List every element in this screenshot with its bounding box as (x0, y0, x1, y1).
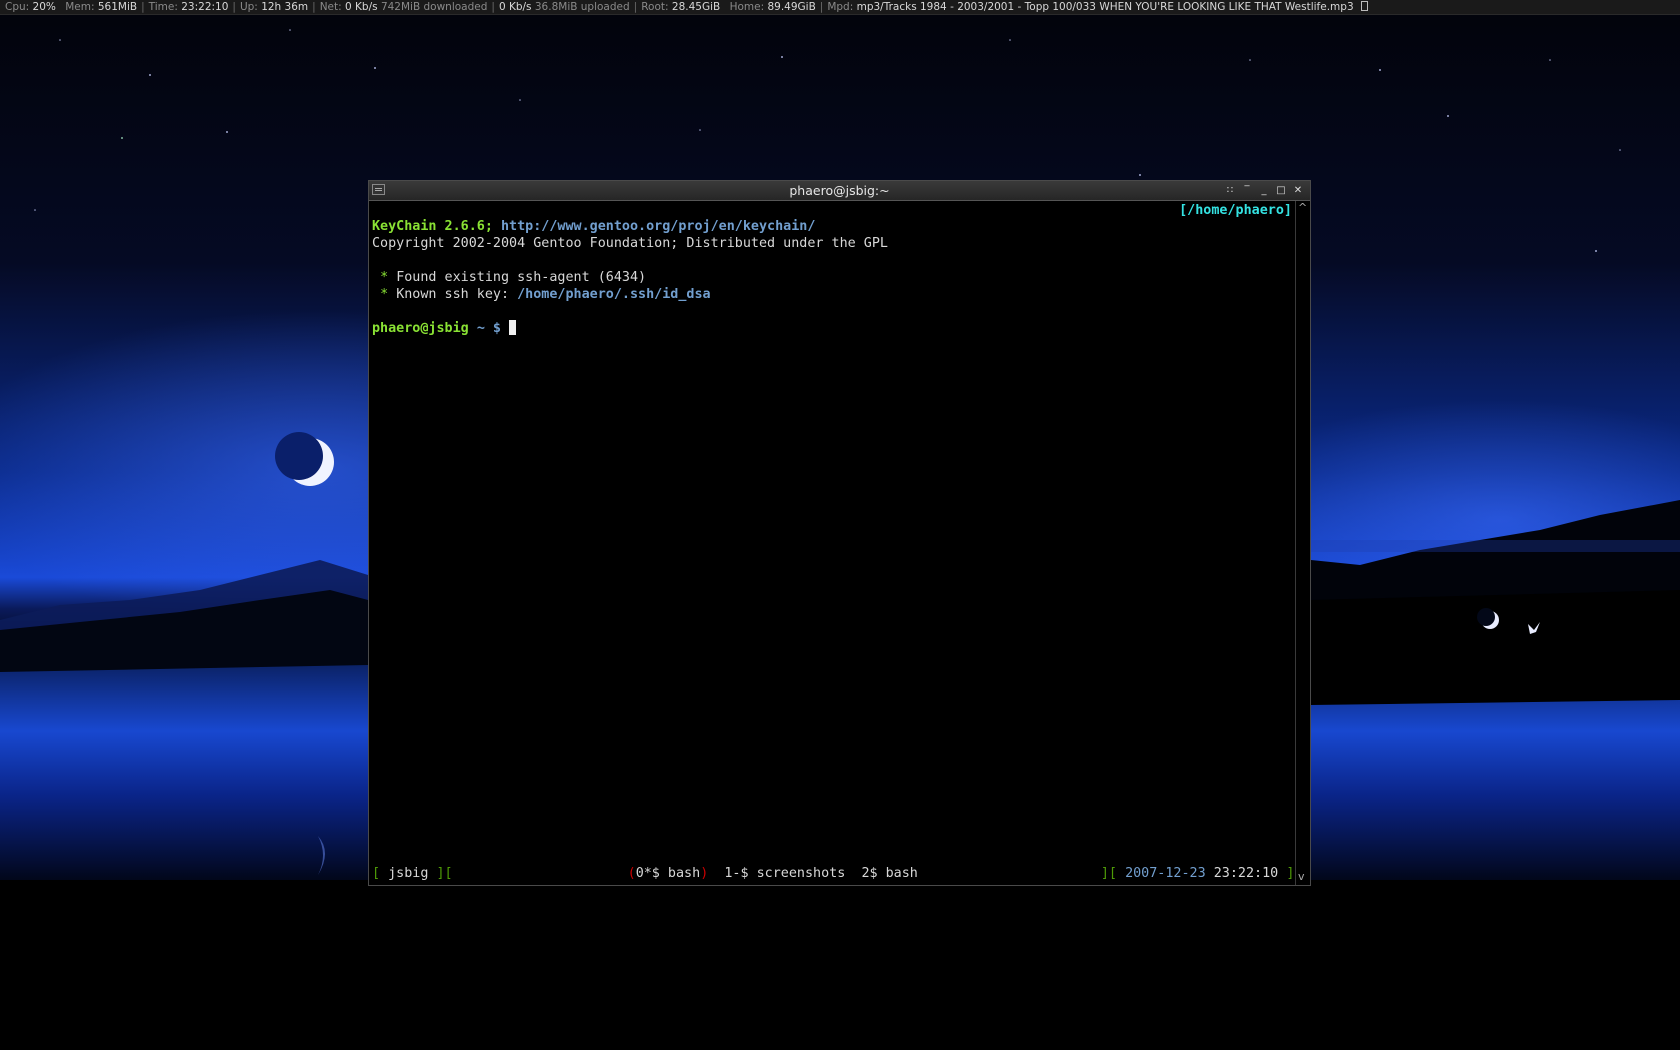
time-label: Time: (148, 1, 178, 13)
hs-separator-right: ][ (1100, 866, 1117, 881)
root-label: Root: (641, 1, 669, 13)
tray-box-icon[interactable] (1360, 1, 1368, 11)
hs-bracket-open: [ (372, 866, 381, 881)
bullet-icon: * (380, 270, 389, 285)
hs-window-2[interactable]: 2$ bash (861, 866, 917, 881)
hs-host: jsbig (388, 866, 429, 881)
scroll-down-icon[interactable]: v (1298, 870, 1305, 883)
screen-hardstatus-bar: [ jsbig ][ (0*$ bash) 1-$ screenshots 2$ … (372, 865, 1295, 882)
hs-active-close: ) (700, 866, 709, 881)
mpd-now-playing: mp3/Tracks 1984 - 2003/2001 - Topp 100/0… (856, 1, 1354, 13)
known-key-label: Known ssh key: (396, 287, 510, 302)
uptime-value: 12h 36m (261, 1, 309, 13)
hs-time: 23:22:10 (1213, 866, 1279, 881)
mem-value: 561MiB (97, 1, 138, 13)
found-agent-line: Found existing ssh-agent (6434) (396, 270, 647, 285)
window-title: phaero@jsbig:~ (789, 183, 890, 198)
minimize-icon[interactable]: _ (1258, 185, 1270, 197)
shade-icon[interactable]: ‾ (1241, 185, 1253, 197)
prompt-dir: ~ $ (476, 321, 501, 336)
scroll-up-icon[interactable]: ^ (1298, 201, 1307, 214)
mem-label: Mem: (65, 1, 95, 13)
net-uploaded: 36.8MiB uploaded (534, 1, 630, 13)
uptime-label: Up: (239, 1, 258, 13)
window-titlebar[interactable]: phaero@jsbig:~ ∷ ‾ _ □ ✕ (369, 181, 1310, 201)
cwd-indicator: [/home/phaero] (1179, 203, 1292, 218)
net-downloaded: 742MiB downloaded (380, 1, 488, 13)
home-label: Home: (729, 1, 765, 13)
bullet-icon: * (380, 287, 389, 302)
cpu-value: 20% (32, 1, 56, 13)
hs-active-open: ( (627, 866, 636, 881)
keychain-version: KeyChain 2.6.6; (372, 219, 493, 234)
hs-date: 2007-12-23 (1125, 866, 1206, 881)
hs-separator-left: ][ (436, 866, 453, 881)
root-value: 28.45GiB (671, 1, 721, 13)
terminal-scrollbar[interactable]: ^ v (1295, 201, 1310, 885)
hs-window-1[interactable]: 1-$ screenshots (724, 866, 845, 881)
top-status-bar: Cpu: 20% Mem: 561MiB | Time: 23:22:10 | Up: … (0, 0, 1680, 15)
maximize-icon[interactable]: □ (1275, 185, 1287, 197)
home-value: 89.49GiB (767, 1, 816, 13)
copyright-line: Copyright 2002-2004 Gentoo Foundation; D… (372, 236, 888, 251)
net-label: Net: (319, 1, 342, 13)
time-value: 23:22:10 (181, 1, 229, 13)
text-cursor (509, 320, 517, 335)
mpd-label: Mpd: (827, 1, 854, 13)
hs-window-0[interactable]: 0*$ bash (636, 866, 701, 881)
cpu-label: Cpu: (5, 1, 30, 13)
close-icon[interactable]: ✕ (1292, 185, 1304, 197)
prompt-user: phaero@jsbig (372, 321, 469, 336)
window-menu-icon[interactable] (372, 184, 385, 195)
known-key-path: /home/phaero/.ssh/id_dsa (517, 287, 711, 302)
terminal-output[interactable]: [/home/phaero] KeyChain 2.6.6; http://ww… (370, 201, 1294, 865)
keychain-url[interactable]: http://www.gentoo.org/proj/en/keychain/ (501, 219, 815, 234)
hs-bracket-close: ] (1286, 866, 1295, 881)
net-up-rate: 0 Kb/s (498, 1, 532, 13)
net-down-rate: 0 Kb/s (345, 1, 378, 13)
sticky-icon[interactable]: ∷ (1224, 185, 1236, 197)
terminal-window[interactable]: phaero@jsbig:~ ∷ ‾ _ □ ✕ [/home/phaero] … (368, 180, 1311, 886)
